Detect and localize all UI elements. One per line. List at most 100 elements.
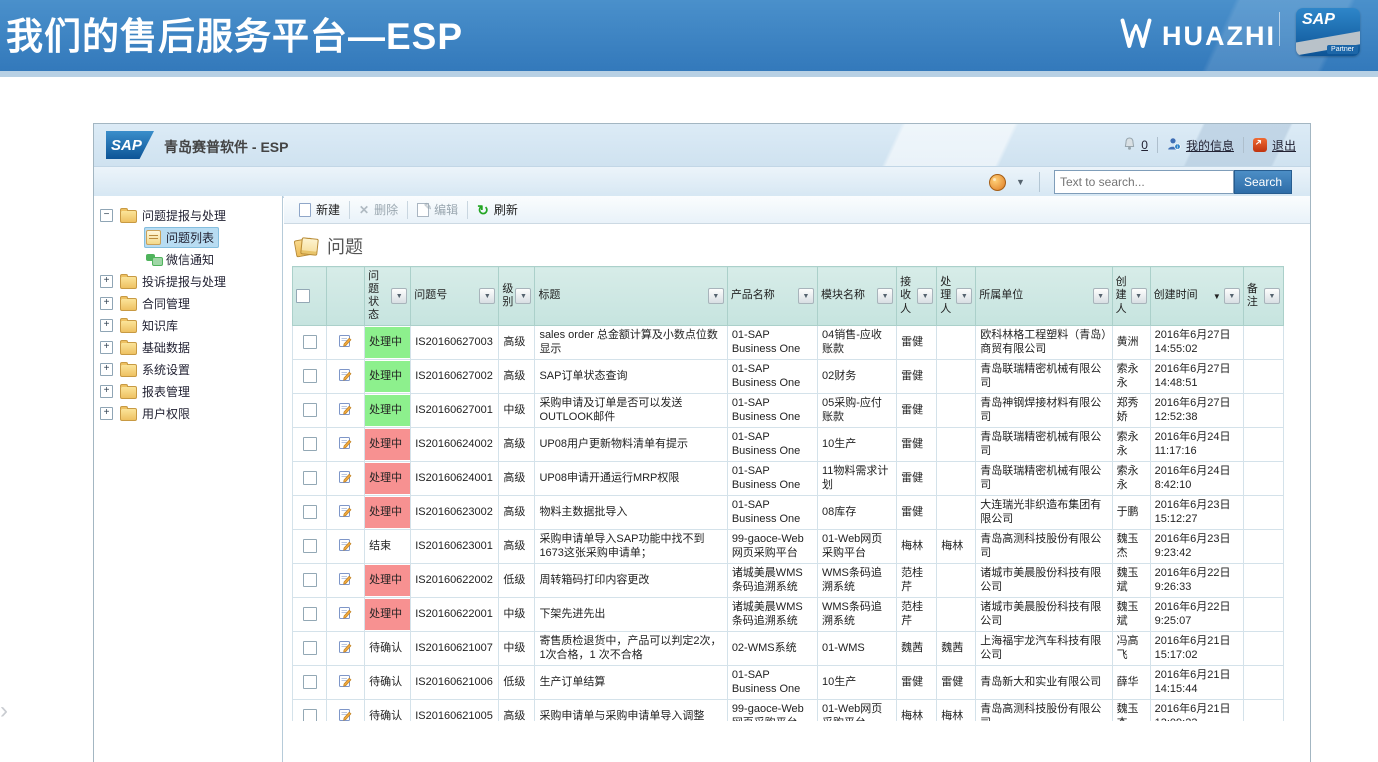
tree-item-body[interactable]: 报表管理 — [118, 381, 195, 402]
column-filter-button[interactable]: ▼ — [515, 288, 531, 304]
select-all-checkbox[interactable] — [296, 289, 310, 303]
sidebar-item[interactable]: + 投诉提报与处理 — [94, 270, 282, 292]
row-checkbox[interactable] — [303, 539, 317, 553]
row-checkbox[interactable] — [303, 335, 317, 349]
tree-expander-icon[interactable]: − — [100, 209, 113, 222]
tree-item-body[interactable]: 知识库 — [118, 315, 183, 336]
edit-icon[interactable] — [338, 367, 353, 382]
row-checkbox[interactable] — [303, 675, 317, 689]
column-filter-button[interactable]: ▼ — [391, 288, 407, 304]
sidebar-item[interactable]: 微信通知 — [94, 248, 282, 270]
edit-icon[interactable] — [338, 537, 353, 552]
edit-icon[interactable] — [338, 673, 353, 688]
table-row[interactable]: 处理中 IS20160624002 高级 UP08用户更新物料清单有提示 01-… — [293, 428, 1284, 462]
row-checkbox[interactable] — [303, 641, 317, 655]
row-checkbox[interactable] — [303, 709, 317, 721]
edit-icon[interactable] — [338, 571, 353, 586]
column-filter-button[interactable]: ▼ — [1264, 288, 1280, 304]
column-filter-button[interactable]: ▼ — [1224, 288, 1240, 304]
notifications-link[interactable]: 0 — [1123, 137, 1148, 154]
column-header-receiver[interactable]: 接收人▼ — [897, 267, 937, 326]
table-row[interactable]: 待确认 IS20160621007 中级 寄售质检退货中，产品可以判定2次，1次… — [293, 632, 1284, 666]
chevron-down-icon[interactable]: ▼ — [1016, 177, 1025, 187]
sidebar-item[interactable]: − 问题提报与处理 — [94, 204, 282, 226]
table-row[interactable]: 处理中 IS20160627001 中级 采购申请及订单是否可以发送OUTLOO… — [293, 394, 1284, 428]
edit-icon[interactable] — [338, 469, 353, 484]
column-header-note[interactable]: 备注▼ — [1243, 267, 1283, 326]
sidebar-item[interactable]: 问题列表 — [94, 226, 282, 248]
sidebar-item[interactable]: + 基础数据 — [94, 336, 282, 358]
tree-item-body[interactable]: 用户权限 — [118, 403, 195, 424]
edit-icon[interactable] — [338, 605, 353, 620]
column-header-product[interactable]: 产品名称▼ — [727, 267, 817, 326]
table-row[interactable]: 处理中 IS20160623002 高级 物料主数据批导入 01-SAP Bus… — [293, 496, 1284, 530]
column-filter-button[interactable]: ▼ — [708, 288, 724, 304]
table-row[interactable]: 处理中 IS20160622002 低级 周转箱码打印内容更改 诸城美晨WMS条… — [293, 564, 1284, 598]
tree-item-body[interactable]: 问题提报与处理 — [118, 205, 231, 226]
table-row[interactable]: 处理中 IS20160627002 高级 SAP订单状态查询 01-SAP Bu… — [293, 360, 1284, 394]
tree-expander-icon[interactable]: + — [100, 341, 113, 354]
row-checkbox[interactable] — [303, 471, 317, 485]
sidebar-item[interactable]: + 报表管理 — [94, 380, 282, 402]
edit-icon[interactable] — [338, 503, 353, 518]
sidebar-item[interactable]: + 知识库 — [94, 314, 282, 336]
my-info-link[interactable]: i 我的信息 — [1167, 137, 1234, 154]
edit-button[interactable]: ✎ 编辑 — [408, 198, 467, 221]
sidebar-item[interactable]: + 系统设置 — [94, 358, 282, 380]
table-row[interactable]: 处理中 IS20160627003 高级 sales order 总金额计算及小… — [293, 326, 1284, 360]
row-checkbox[interactable] — [303, 369, 317, 383]
row-checkbox[interactable] — [303, 505, 317, 519]
edit-icon[interactable] — [338, 707, 353, 721]
notification-count[interactable]: 0 — [1141, 138, 1148, 152]
tree-expander-icon[interactable]: + — [100, 363, 113, 376]
column-filter-button[interactable]: ▼ — [479, 288, 495, 304]
edit-icon[interactable] — [338, 639, 353, 654]
table-row[interactable]: 待确认 IS20160621005 高级 采购申请单与采购申请单导入调整 99-… — [293, 700, 1284, 722]
refresh-button[interactable]: ↻ 刷新 — [468, 198, 527, 221]
tree-item-body[interactable]: 问题列表 — [144, 227, 219, 248]
tree-expander-icon[interactable]: + — [100, 385, 113, 398]
tree-expander-icon[interactable]: + — [100, 275, 113, 288]
logout-link[interactable]: 退出 — [1253, 137, 1296, 154]
table-row[interactable]: 待确认 IS20160621006 低级 生产订单结算 01-SAP Busin… — [293, 666, 1284, 700]
new-button[interactable]: 新建 — [290, 198, 349, 221]
my-info-label[interactable]: 我的信息 — [1186, 137, 1234, 154]
column-header-id[interactable]: 问题号▼ — [411, 267, 499, 326]
theme-palette-icon[interactable] — [989, 174, 1006, 191]
sidebar-item[interactable]: + 用户权限 — [94, 402, 282, 424]
search-input[interactable] — [1054, 170, 1234, 194]
delete-button[interactable]: ✕ 删除 — [350, 198, 407, 221]
table-row[interactable]: 结束 IS20160623001 高级 采购申请单导入SAP功能中找不到1673… — [293, 530, 1284, 564]
logout-label[interactable]: 退出 — [1272, 137, 1296, 154]
column-header-creator[interactable]: 创建人▼ — [1112, 267, 1150, 326]
column-header-title[interactable]: 标题▼ — [535, 267, 727, 326]
column-filter-button[interactable]: ▼ — [1131, 288, 1147, 304]
tree-expander-icon[interactable]: + — [100, 319, 113, 332]
search-button[interactable]: Search — [1234, 170, 1292, 194]
edit-icon[interactable] — [338, 333, 353, 348]
column-header-handler[interactable]: 处理人▼ — [937, 267, 976, 326]
edit-icon[interactable] — [338, 435, 353, 450]
tree-item-body[interactable]: 系统设置 — [118, 359, 195, 380]
tree-expander-icon[interactable]: + — [100, 407, 113, 420]
column-header-level[interactable]: 级别▼ — [499, 267, 535, 326]
column-header-status[interactable]: 问题状态▼ — [365, 267, 411, 326]
column-filter-button[interactable]: ▼ — [917, 288, 933, 304]
row-checkbox[interactable] — [303, 437, 317, 451]
tree-item-body[interactable]: 合同管理 — [118, 293, 195, 314]
tree-item-body[interactable]: 微信通知 — [144, 249, 219, 270]
tree-item-body[interactable]: 基础数据 — [118, 337, 195, 358]
row-checkbox[interactable] — [303, 403, 317, 417]
row-checkbox[interactable] — [303, 607, 317, 621]
sidebar-item[interactable]: + 合同管理 — [94, 292, 282, 314]
edit-icon[interactable] — [338, 401, 353, 416]
column-filter-button[interactable]: ▼ — [798, 288, 814, 304]
column-header-company[interactable]: 所属单位▼ — [976, 267, 1112, 326]
tree-item-body[interactable]: 投诉提报与处理 — [118, 271, 231, 292]
table-row[interactable]: 处理中 IS20160624001 高级 UP08申请开通运行MRP权限 01-… — [293, 462, 1284, 496]
column-header-module[interactable]: 模块名称▼ — [817, 267, 896, 326]
tree-expander-icon[interactable]: + — [100, 297, 113, 310]
table-row[interactable]: 处理中 IS20160622001 中级 下架先进先出 诸城美晨WMS条码追溯系… — [293, 598, 1284, 632]
row-checkbox[interactable] — [303, 573, 317, 587]
column-filter-button[interactable]: ▼ — [956, 288, 972, 304]
